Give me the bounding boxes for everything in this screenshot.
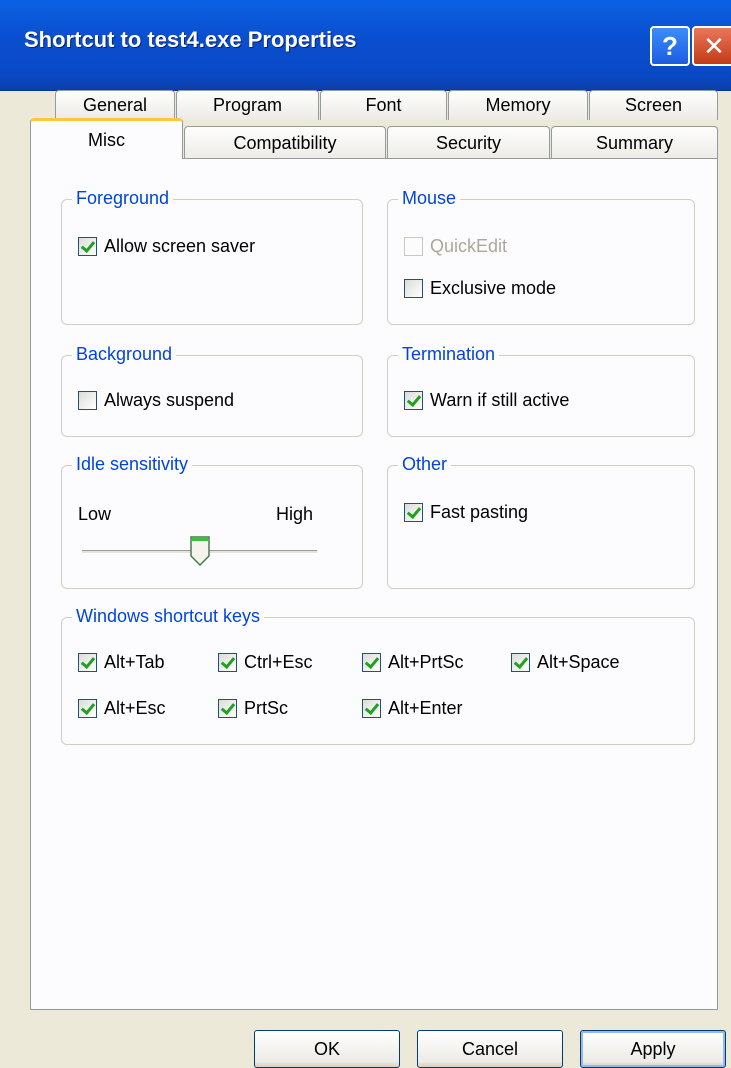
check-box-icon xyxy=(78,237,97,256)
check-box-icon xyxy=(404,237,423,256)
allow-screen-saver-checkbox[interactable]: Allow screen saver xyxy=(78,236,255,257)
check-box-icon xyxy=(218,699,237,718)
foreground-group-title: Foreground xyxy=(72,188,174,209)
warn-if-still-active-checkbox[interactable]: Warn if still active xyxy=(404,390,569,411)
background-group-title: Background xyxy=(72,344,177,365)
help-button[interactable]: ? xyxy=(650,26,690,66)
termination-group-title: Termination xyxy=(398,344,500,365)
alt-tab-checkbox[interactable]: Alt+Tab xyxy=(78,652,165,673)
idle-sensitivity-group-title: Idle sensitivity xyxy=(72,454,193,475)
tab-general[interactable]: General xyxy=(55,90,175,120)
close-button[interactable]: ✕ xyxy=(692,26,731,66)
shortcut-keys-group-title: Windows shortcut keys xyxy=(72,606,265,627)
check-box-icon xyxy=(218,653,237,672)
foreground-group: Foreground Allow screen saver xyxy=(61,188,363,325)
alt-prtsc-checkbox[interactable]: Alt+PrtSc xyxy=(362,652,464,673)
quickedit-checkbox: QuickEdit xyxy=(404,236,507,257)
exclusive-mode-checkbox[interactable]: Exclusive mode xyxy=(404,278,556,299)
tab-font[interactable]: Font xyxy=(320,90,447,120)
alt-esc-checkbox[interactable]: Alt+Esc xyxy=(78,698,166,719)
slider-thumb[interactable] xyxy=(189,536,210,566)
mouse-group-title: Mouse xyxy=(398,188,461,209)
tab-program[interactable]: Program xyxy=(176,90,319,120)
title-bar[interactable]: Shortcut to test4.exe Properties ? ✕ xyxy=(0,0,731,91)
cancel-button[interactable]: Cancel xyxy=(417,1030,563,1068)
windows-shortcut-keys-group: Windows shortcut keys Alt+Tab Ctrl+Esc A… xyxy=(61,606,695,745)
ctrl-esc-checkbox[interactable]: Ctrl+Esc xyxy=(218,652,313,673)
check-box-icon xyxy=(78,653,97,672)
tab-misc[interactable]: Misc xyxy=(30,118,183,159)
idle-sensitivity-group: Idle sensitivity Low High xyxy=(61,454,363,589)
check-box-icon xyxy=(362,699,381,718)
ok-button[interactable]: OK xyxy=(254,1030,400,1068)
background-group: Background Always suspend xyxy=(61,344,363,437)
alt-enter-checkbox[interactable]: Alt+Enter xyxy=(362,698,463,719)
alt-space-checkbox[interactable]: Alt+Space xyxy=(511,652,620,673)
window-title: Shortcut to test4.exe Properties xyxy=(24,27,357,52)
always-suspend-checkbox[interactable]: Always suspend xyxy=(78,390,234,411)
fast-pasting-checkbox[interactable]: Fast pasting xyxy=(404,502,528,523)
tab-memory[interactable]: Memory xyxy=(448,90,588,120)
tab-compatibility[interactable]: Compatibility xyxy=(184,126,386,159)
mouse-group: Mouse QuickEdit Exclusive mode xyxy=(387,188,695,325)
tab-screen[interactable]: Screen xyxy=(589,90,718,120)
tab-summary[interactable]: Summary xyxy=(551,126,718,159)
slider-low-label: Low xyxy=(78,504,112,524)
slider-high-label: High xyxy=(276,504,314,524)
check-box-icon xyxy=(511,653,530,672)
misc-tab-page: Foreground Allow screen saver Mouse Quic… xyxy=(30,158,718,1010)
other-group: Other Fast pasting xyxy=(387,454,695,589)
check-box-icon xyxy=(78,391,97,410)
check-box-icon xyxy=(78,699,97,718)
check-box-icon xyxy=(404,279,423,298)
check-box-icon xyxy=(362,653,381,672)
other-group-title: Other xyxy=(398,454,452,475)
tab-security[interactable]: Security xyxy=(387,126,550,159)
close-icon: ✕ xyxy=(703,30,725,61)
check-box-icon xyxy=(404,391,423,410)
check-box-icon xyxy=(404,503,423,522)
prtsc-checkbox[interactable]: PrtSc xyxy=(218,698,288,719)
apply-button[interactable]: Apply xyxy=(580,1030,726,1068)
help-icon: ? xyxy=(662,30,678,61)
termination-group: Termination Warn if still active xyxy=(387,344,695,437)
